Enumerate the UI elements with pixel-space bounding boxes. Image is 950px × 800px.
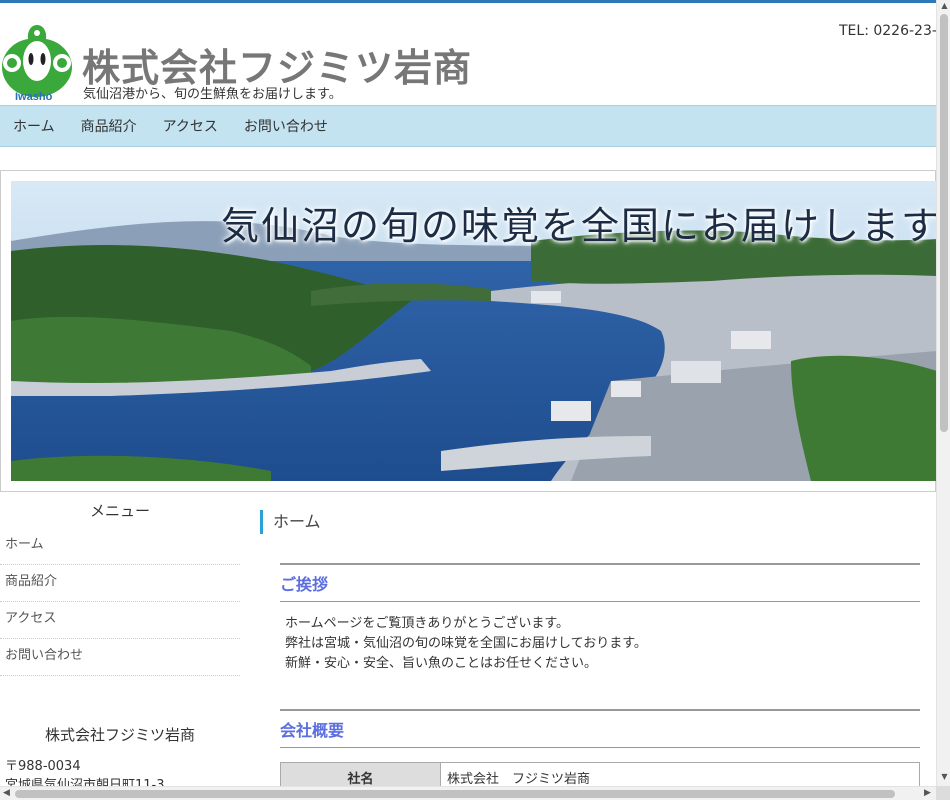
banner-image: 気仙沼の旬の味覚を全国にお届けします。 [11,181,937,481]
scroll-right-icon[interactable]: ▶ [924,788,931,798]
sidebar-company-name: 株式会社フジミツ岩商 [44,726,195,744]
greeting-text: ホームページをご覧頂きありがとうございます。 弊社は宮城・気仙沼の旬の味覚を全国… [280,602,920,686]
hero-banner: 気仙沼の旬の味覚を全国にお届けします。 [0,170,937,492]
nav-item-access[interactable]: アクセス [163,116,218,136]
vertical-scroll-thumb[interactable] [940,14,948,432]
company-logo[interactable]: Iwasho [0,21,74,105]
horizontal-scrollbar[interactable]: ◀ ▶ [0,786,936,800]
page-title: ホーム [260,510,920,534]
phone-number: TEL: 0226-23-8 [839,23,936,39]
horizontal-scroll-thumb[interactable] [15,790,895,798]
sidebar-item-access[interactable]: アクセス [0,602,240,639]
nav-item-contact[interactable]: お問い合わせ [244,116,328,136]
postal-code: 〒988-0034 [5,759,81,774]
nav-item-home[interactable]: ホーム [13,116,55,136]
scroll-down-icon[interactable]: ▼ [940,772,949,781]
sidebar-item-home[interactable]: ホーム [0,528,240,565]
greeting-line: 弊社は宮城・気仙沼の旬の味覚を全国にお届けしております。 [285,636,647,651]
sidebar-item-contact[interactable]: お問い合わせ [0,639,240,676]
scroll-left-icon[interactable]: ◀ [3,788,10,798]
site-header: Iwasho 株式会社フジミツ岩商 気仙沼港から、旬の生鮮魚をお届けします。 T… [0,3,936,105]
banner-caption: 気仙沼の旬の味覚を全国にお届けします。 [221,204,937,248]
greeting-line: ホームページをご覧頂きありがとうございます。 [285,616,570,631]
sidebar-menu: ホーム 商品紹介 アクセス お問い合わせ [0,528,240,676]
greeting-line: 新鮮・安心・安全、旨い魚のことはお任せください。 [285,656,598,671]
scrollbar-corner [936,786,950,800]
scroll-up-icon[interactable]: ▲ [940,1,949,10]
sidebar: メニュー ホーム 商品紹介 アクセス お問い合わせ 株式会社フジミツ岩商 〒98… [0,498,240,795]
greeting-heading: ご挨拶 [280,563,920,602]
nav-item-products[interactable]: 商品紹介 [81,116,137,136]
sidebar-title: メニュー [89,502,150,520]
main-content: ホーム ご挨拶 ホームページをご覧頂きありがとうございます。 弊社は宮城・気仙沼… [260,510,920,793]
sidebar-item-products[interactable]: 商品紹介 [0,565,240,602]
site-tagline: 気仙沼港から、旬の生鮮魚をお届けします。 [83,87,342,102]
vertical-scrollbar[interactable]: ▲ ▼ [936,0,950,786]
company-heading: 会社概要 [280,709,920,748]
global-nav: ホーム 商品紹介 アクセス お問い合わせ [0,105,936,147]
logo-text: Iwasho [15,91,53,103]
